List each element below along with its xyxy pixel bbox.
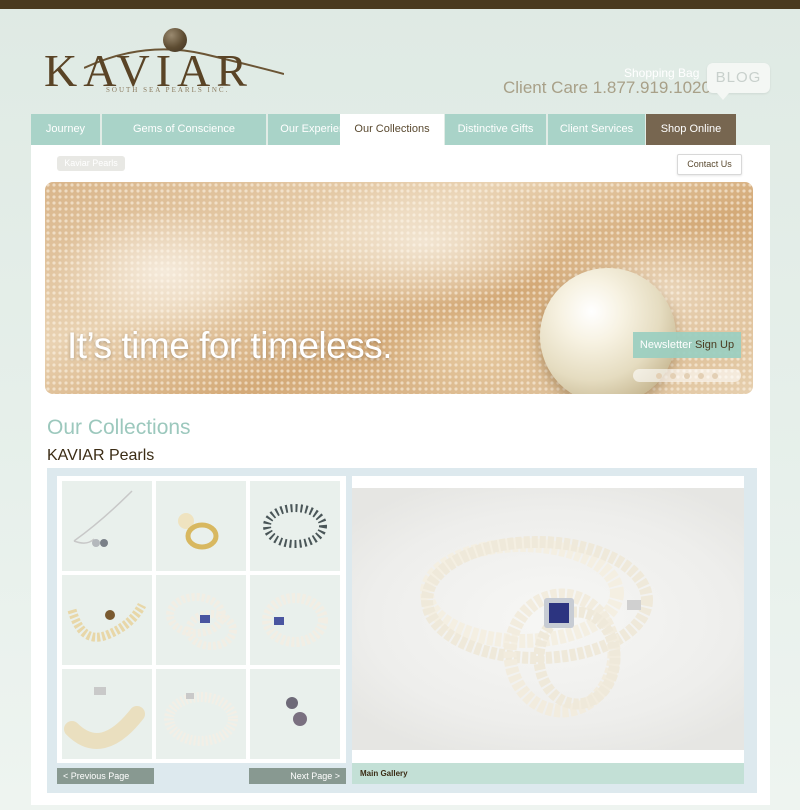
tahitian-strand-image: [263, 504, 327, 548]
thumbnail-long-strand[interactable]: [156, 669, 246, 759]
slide-dot[interactable]: [670, 372, 676, 379]
signup-label: Sign Up: [694, 339, 735, 351]
tab-our-collections[interactable]: Our Collections: [340, 114, 444, 147]
slide-dot[interactable]: [712, 372, 718, 379]
thumbnail-bracelet[interactable]: [250, 575, 340, 665]
gold-ring-image: [178, 513, 219, 550]
previous-page-button[interactable]: < Previous Page: [57, 768, 154, 784]
newsletter-signup-button[interactable]: Newsletter Sign Up: [633, 332, 741, 358]
thumbnail-triple-strand[interactable]: [156, 575, 246, 665]
slide-dot[interactable]: [698, 372, 704, 379]
blog-button[interactable]: BLOG: [707, 63, 770, 100]
logo-tagline: SOUTH SEA PEARLS INC.: [106, 86, 230, 94]
main-nav: Journey Gems of Conscience Our Experienc…: [31, 114, 770, 147]
thumbnail-gold-ring[interactable]: [156, 481, 246, 571]
triple-strand-image: [166, 593, 237, 650]
thumbnail-seed-pearl-rope[interactable]: [62, 669, 152, 759]
collection-title: KAVIAR Pearls: [47, 447, 155, 464]
tab-shop-online[interactable]: Shop Online: [646, 114, 736, 145]
seed-pearl-rope-image: [64, 687, 145, 749]
thumbnail-pendant-necklace[interactable]: [62, 481, 152, 571]
newsletter-label: Newsletter: [639, 339, 692, 351]
page-title: Our Collections: [47, 416, 191, 439]
earrings-image: [286, 697, 307, 726]
main-gallery-photo: [352, 488, 744, 750]
tab-distinctive-gifts[interactable]: Distinctive Gifts: [445, 114, 546, 145]
hero-headline: It’s time for timeless.: [67, 325, 393, 366]
bracelet-image: [262, 593, 328, 647]
main-gallery-view: [352, 476, 744, 763]
golden-strand-image: [67, 602, 147, 642]
thumbnail-grid: [57, 476, 346, 763]
slide-indicator: [633, 369, 741, 382]
long-strand-image: [164, 692, 238, 746]
tab-client-services[interactable]: Client Services: [548, 114, 645, 145]
slide-dot[interactable]: [684, 372, 690, 379]
kaviar-logo[interactable]: KAVIAR SOUTH SEA PEARLS INC.: [44, 28, 284, 98]
main-gallery-caption: Main Gallery: [352, 763, 744, 784]
slide-dot[interactable]: [656, 372, 662, 379]
tab-gems-of-conscience[interactable]: Gems of Conscience: [102, 114, 266, 145]
thumbnail-golden-strand[interactable]: [62, 575, 152, 665]
pearl-necklace-image: [420, 536, 653, 718]
client-care-phone: Client Care 1.877.919.1020: [503, 78, 711, 97]
tab-journey[interactable]: Journey: [31, 114, 100, 145]
contact-us-button[interactable]: Contact Us: [677, 154, 742, 175]
thumbnail-earrings[interactable]: [250, 669, 340, 759]
breadcrumb[interactable]: Kaviar Pearls: [57, 156, 125, 171]
top-bar: [0, 0, 800, 9]
next-page-button[interactable]: Next Page >: [249, 768, 346, 784]
hero-banner: It’s time for timeless. Newsletter Sign …: [45, 182, 753, 394]
thumbnail-tahitian-strand[interactable]: [250, 481, 340, 571]
pendant-necklace-image: [73, 490, 133, 547]
